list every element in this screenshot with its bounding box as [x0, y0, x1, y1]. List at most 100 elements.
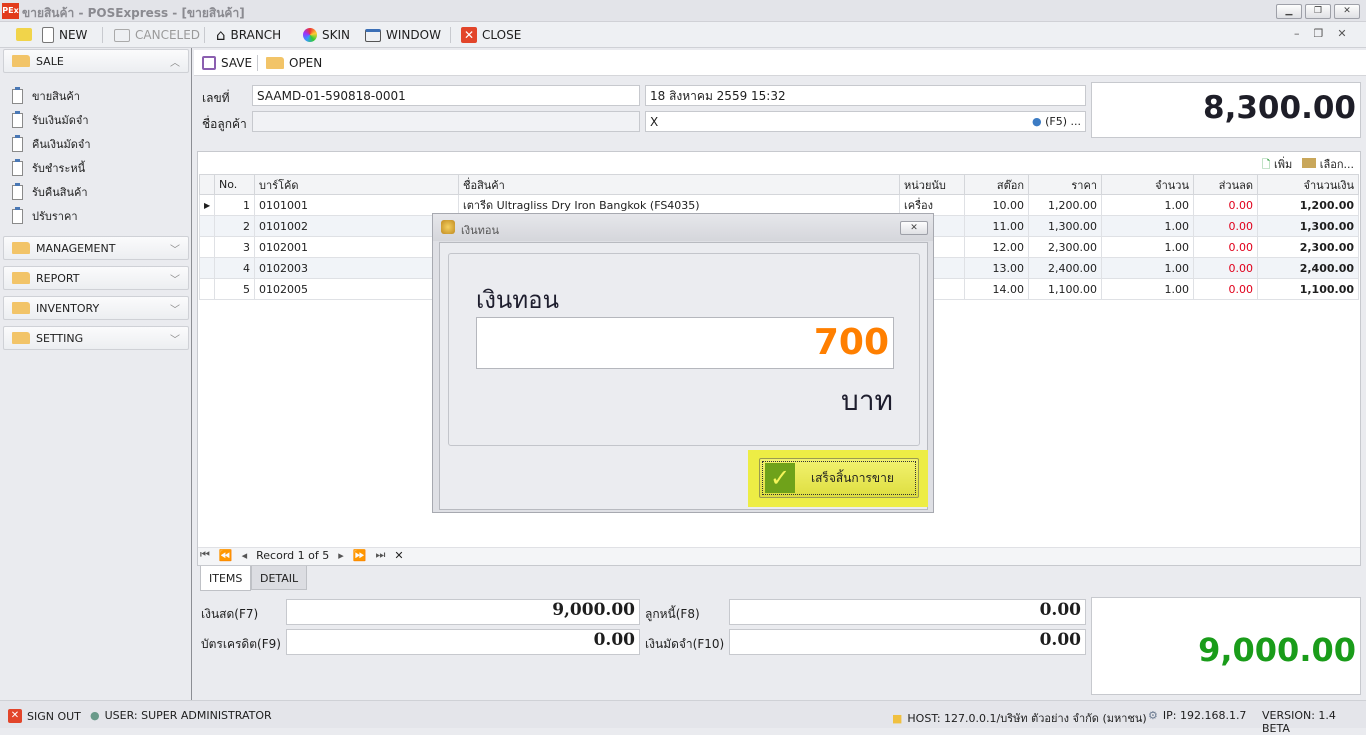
cell-price[interactable]: 2,400.00	[1028, 257, 1102, 279]
deposit-field[interactable]: 0.00	[729, 629, 1086, 655]
customer-lookup-button[interactable]: ● (F5) ...	[1032, 114, 1081, 130]
cell-price[interactable]: 1,100.00	[1028, 278, 1102, 300]
sidebar-item-debt-payment[interactable]: รับชำระหนี้	[12, 158, 85, 177]
sidebar-group-sale[interactable]: SALE ︿	[3, 49, 189, 73]
cell-barcode[interactable]: 0102005	[254, 278, 459, 300]
prev-record-button[interactable]: ◂	[242, 549, 248, 562]
folder-icon	[12, 302, 30, 314]
chevron-up-icon: ︿	[170, 58, 180, 69]
cell-stock[interactable]: 12.00	[964, 236, 1029, 258]
cell-discount[interactable]: 0.00	[1193, 257, 1258, 279]
change-amount-field[interactable]: 700	[476, 317, 894, 369]
mdi-window-controls[interactable]: –❐✕	[1294, 27, 1361, 40]
col-stock[interactable]: สต๊อก	[964, 174, 1029, 195]
last-record-button[interactable]: ⏭	[375, 548, 385, 562]
cell-qty[interactable]: 1.00	[1101, 236, 1194, 258]
cell-qty[interactable]: 1.00	[1101, 215, 1194, 237]
window-button[interactable]: WINDOW	[365, 26, 441, 44]
folder-icon[interactable]	[16, 28, 32, 41]
cell-row-no[interactable]: 3	[214, 236, 255, 258]
sidebar-group-management[interactable]: MANAGEMENT ﹀	[3, 236, 189, 260]
save-button[interactable]: SAVE	[202, 54, 252, 72]
cell-qty[interactable]: 1.00	[1101, 257, 1194, 279]
cell-qty[interactable]: 1.00	[1101, 194, 1194, 216]
cell-discount[interactable]: 0.00	[1193, 194, 1258, 216]
close-window-button[interactable]: ✕	[1334, 4, 1360, 19]
next-page-button[interactable]: ⏩	[353, 549, 367, 562]
cell-discount[interactable]: 0.00	[1193, 215, 1258, 237]
clipboard-icon	[12, 182, 23, 200]
open-button[interactable]: OPEN	[266, 54, 322, 72]
cell-discount[interactable]: 0.00	[1193, 278, 1258, 300]
col-discount[interactable]: ส่วนลด	[1193, 174, 1258, 195]
window-title: ขายสินค้า - POSExpress - [ขายสินค้า]	[22, 6, 245, 20]
cell-price[interactable]: 2,300.00	[1028, 236, 1102, 258]
sidebar-group-setting[interactable]: SETTING ﹀	[3, 326, 189, 350]
cell-stock[interactable]: 11.00	[964, 215, 1029, 237]
sidebar-item-sell[interactable]: ขายสินค้า	[12, 86, 80, 105]
col-qty[interactable]: จำนวน	[1101, 174, 1194, 195]
first-record-button[interactable]: ⏮	[200, 548, 210, 562]
cell-amount[interactable]: 2,300.00	[1257, 236, 1359, 258]
skin-button[interactable]: SKIN	[303, 26, 350, 44]
col-no[interactable]: No.	[214, 174, 255, 195]
cell-row-no[interactable]: 1	[214, 194, 255, 216]
sidebar-item-adjust-price[interactable]: ปรับราคา	[12, 206, 78, 225]
select-item-button[interactable]: เลือก...	[1302, 155, 1354, 175]
cell-barcode[interactable]: 0101002	[254, 215, 459, 237]
cell-amount[interactable]: 1,300.00	[1257, 215, 1359, 237]
tab-detail[interactable]: DETAIL	[251, 566, 308, 590]
cell-amount[interactable]: 2,400.00	[1257, 257, 1359, 279]
col-barcode[interactable]: บาร์โค้ด	[254, 174, 459, 195]
next-record-button[interactable]: ▸	[338, 549, 344, 562]
sidebar-group-inventory[interactable]: INVENTORY ﹀	[3, 296, 189, 320]
cell-barcode[interactable]: 0101001	[254, 194, 459, 216]
debtor-field[interactable]: 0.00	[729, 599, 1086, 625]
col-amount[interactable]: จำนวนเงิน	[1257, 174, 1359, 195]
restore-button[interactable]: ❐	[1305, 4, 1331, 19]
paid-total-display: 9,000.00	[1091, 597, 1361, 695]
canceled-button[interactable]: CANCELED	[114, 26, 200, 44]
date-field[interactable]: 18 สิงหาคม 2559 15:32	[645, 85, 1086, 106]
clipboard-icon	[12, 158, 23, 176]
sidebar-item-receive-deposit[interactable]: รับเงินมัดจำ	[12, 110, 89, 129]
cell-row-no[interactable]: 5	[214, 278, 255, 300]
finish-sale-button[interactable]: ✓ เสร็จสิ้นการขาย	[759, 458, 919, 498]
user-icon: ●	[90, 709, 100, 722]
minimize-button[interactable]: ▁	[1276, 4, 1302, 19]
cash-field[interactable]: 9,000.00	[286, 599, 640, 625]
add-item-button[interactable]: 🗋 เพิ่ม	[1262, 155, 1293, 175]
credit-card-field[interactable]: 0.00	[286, 629, 640, 655]
new-button[interactable]: NEW	[42, 26, 87, 44]
customer-name-field[interactable]	[252, 111, 640, 132]
close-button[interactable]: ✕ CLOSE	[461, 26, 521, 44]
dialog-close-button[interactable]: ✕	[900, 221, 928, 235]
sign-out-button[interactable]: ✕ SIGN OUT	[8, 709, 81, 723]
customer-code-field[interactable]: X ● (F5) ...	[645, 111, 1086, 132]
cell-barcode[interactable]: 0102001	[254, 236, 459, 258]
folder-icon	[12, 242, 30, 254]
cell-stock[interactable]: 13.00	[964, 257, 1029, 279]
doc-number-field[interactable]: SAAMD-01-590818-0001	[252, 85, 640, 106]
col-price[interactable]: ราคา	[1028, 174, 1102, 195]
sidebar-item-refund-deposit[interactable]: คืนเงินมัดจำ	[12, 134, 91, 153]
cell-discount[interactable]: 0.00	[1193, 236, 1258, 258]
cell-price[interactable]: 1,200.00	[1028, 194, 1102, 216]
cell-qty[interactable]: 1.00	[1101, 278, 1194, 300]
delete-record-button[interactable]: ✕	[394, 549, 403, 562]
prev-page-button[interactable]: ⏪	[219, 549, 233, 562]
cell-amount[interactable]: 1,100.00	[1257, 278, 1359, 300]
cell-row-no[interactable]: 4	[214, 257, 255, 279]
cell-barcode[interactable]: 0102003	[254, 257, 459, 279]
sidebar-item-return-goods[interactable]: รับคืนสินค้า	[12, 182, 88, 201]
cell-stock[interactable]: 14.00	[964, 278, 1029, 300]
col-unit[interactable]: หน่วยนับ	[899, 174, 965, 195]
tab-items[interactable]: ITEMS	[200, 566, 252, 591]
cell-stock[interactable]: 10.00	[964, 194, 1029, 216]
col-product-name[interactable]: ชื่อสินค้า	[458, 174, 900, 195]
branch-button[interactable]: ⌂ BRANCH	[216, 26, 281, 44]
cell-amount[interactable]: 1,200.00	[1257, 194, 1359, 216]
cell-price[interactable]: 1,300.00	[1028, 215, 1102, 237]
cell-row-no[interactable]: 2	[214, 215, 255, 237]
sidebar-group-report[interactable]: REPORT ﹀	[3, 266, 189, 290]
